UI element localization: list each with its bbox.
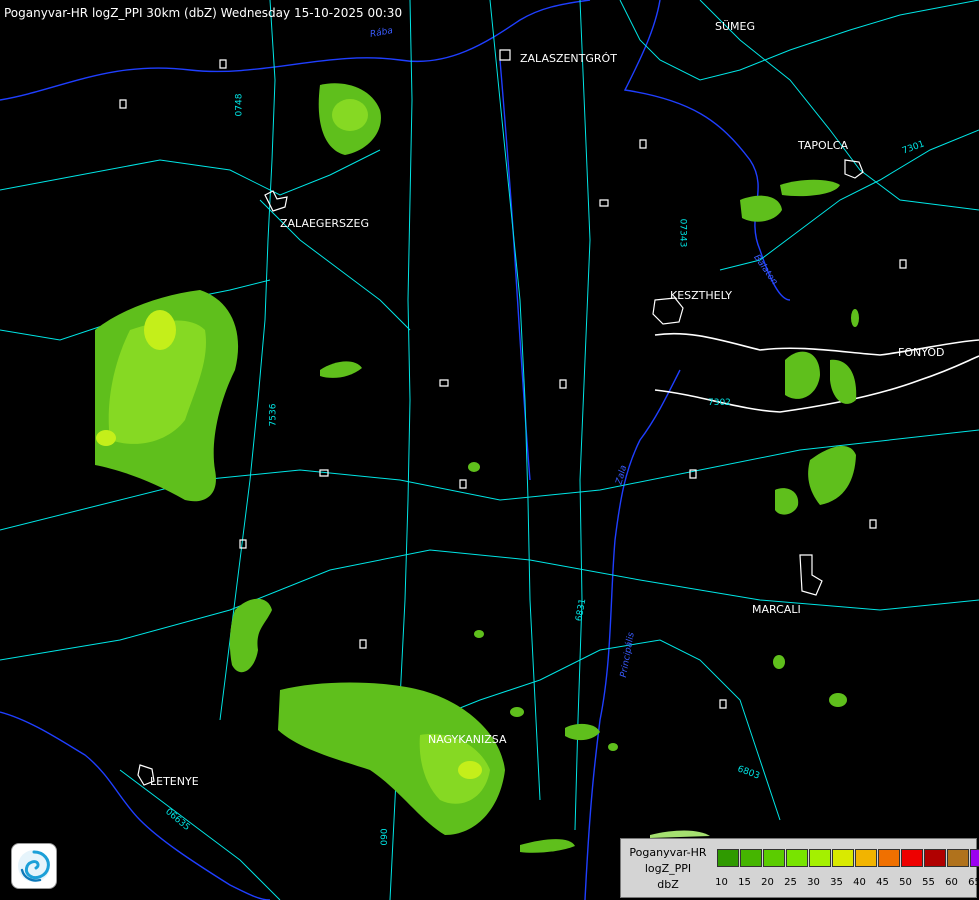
road-label: 0748 [234, 93, 245, 117]
legend-swatch [924, 849, 946, 867]
legend-swatch [832, 849, 854, 867]
legend-swatch [947, 849, 969, 867]
settlements [119, 49, 907, 786]
road-label: 7302 [708, 398, 731, 408]
legend-swatch [786, 849, 808, 867]
legend-tick: 20 [761, 877, 774, 888]
road-label: 7536 [268, 403, 279, 427]
legend-swatch [717, 849, 739, 867]
place-label: LETENYE [150, 775, 199, 788]
legend-swatch [763, 849, 785, 867]
legend-swatch [901, 849, 923, 867]
place-label: SÜMEG [715, 20, 755, 33]
legend-swatch [809, 849, 831, 867]
legend-product: logZ_PPI [644, 862, 692, 875]
road-label: 07343 [677, 218, 688, 248]
legend-tick: 45 [876, 877, 889, 888]
map-title: Poganyvar-HR logZ_PPI 30km (dbZ) Wednesd… [4, 6, 403, 20]
legend-unit: dbZ [657, 878, 679, 891]
legend-radar-name: Poganyvar-HR [629, 846, 707, 859]
dbz-legend: Poganyvar-HR logZ_PPI dbZ 10 15 20 25 30 35 40… [620, 838, 979, 898]
place-label: MARCALI [752, 603, 801, 616]
legend-tick: 25 [784, 877, 797, 888]
radar-map [0, 0, 979, 900]
place-label: NAGYKANIZSA [428, 733, 507, 746]
legend-color-scale [717, 849, 979, 869]
place-label: TAPOLCA [798, 139, 849, 152]
legend-title: Poganyvar-HR logZ_PPI dbZ [621, 845, 715, 893]
place-label: FONYÓD [898, 346, 945, 359]
legend-tick: 60 [945, 877, 958, 888]
legend-swatch [855, 849, 877, 867]
legend-tick: 10 [715, 877, 728, 888]
legend-swatch [740, 849, 762, 867]
place-label: KESZTHELY [670, 289, 733, 302]
legend-swatch [878, 849, 900, 867]
legend-swatch [970, 849, 979, 867]
place-label: ZALASZENTGRÓT [520, 52, 617, 65]
legend-tick: 15 [738, 877, 751, 888]
legend-tick: 65 [968, 877, 979, 888]
legend-tick: 50 [899, 877, 912, 888]
road-label: 060 [377, 828, 388, 846]
legend-tick: 30 [807, 877, 820, 888]
swirl-logo-icon [11, 843, 57, 889]
legend-tick-labels: 10152025303540455055606570 [710, 877, 979, 888]
legend-tick: 55 [922, 877, 935, 888]
place-label: ZALAEGERSZEG [280, 217, 370, 230]
legend-tick: 40 [853, 877, 866, 888]
legend-tick: 35 [830, 877, 843, 888]
